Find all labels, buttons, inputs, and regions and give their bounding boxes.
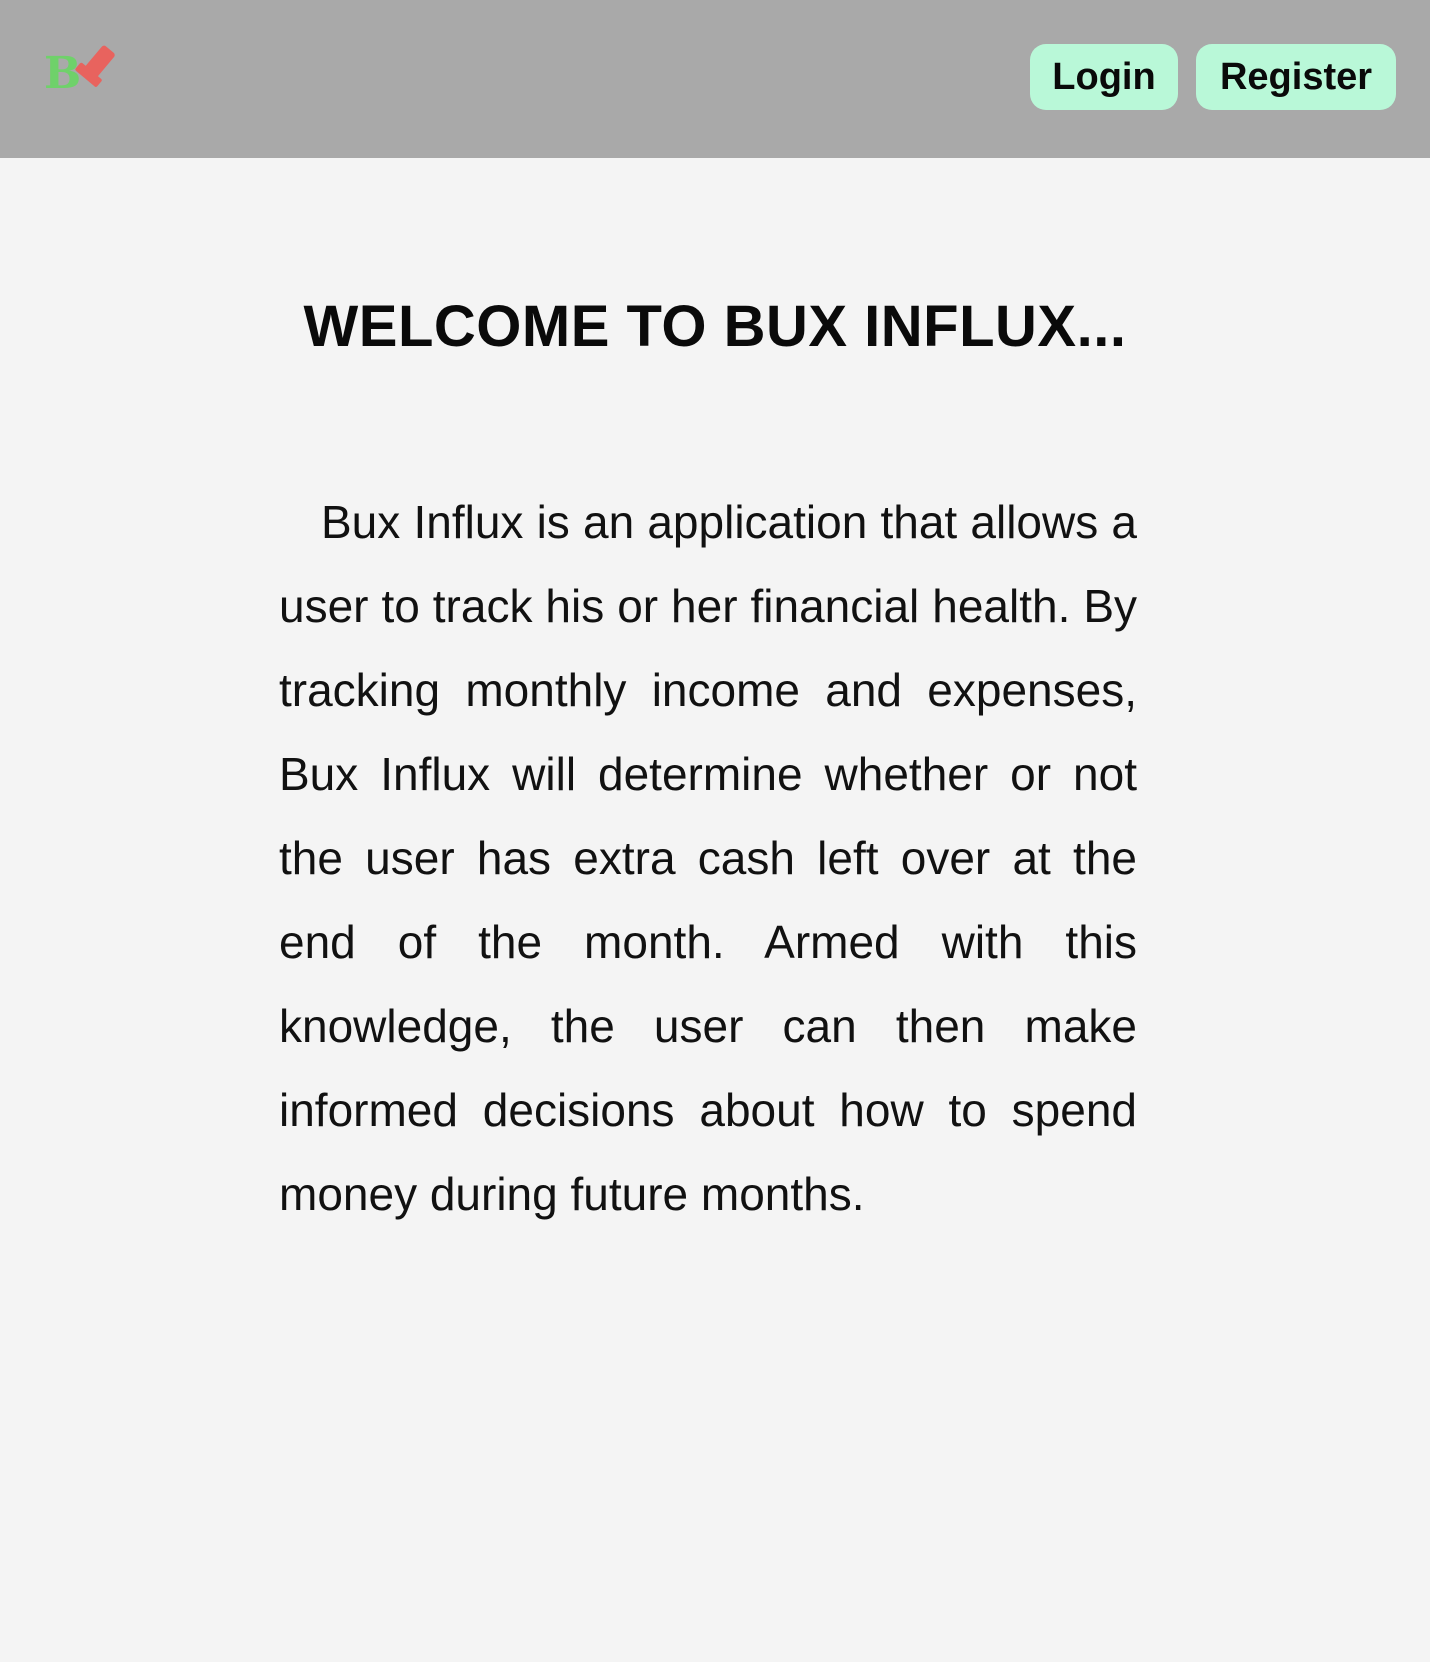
login-button[interactable]: Login	[1030, 44, 1178, 110]
top-navbar: B Login Register	[0, 0, 1430, 158]
logo-icon: B	[44, 45, 115, 96]
main-content: WELCOME TO BUX INFLUX... Bux Influx is a…	[0, 158, 1430, 1662]
app-description: Bux Influx is an application that allows…	[279, 496, 1137, 1220]
page-title: WELCOME TO BUX INFLUX...	[303, 294, 1127, 359]
register-button[interactable]: Register	[1196, 44, 1396, 110]
bux-influx-logo[interactable]: B	[44, 44, 120, 96]
svg-text:B: B	[44, 48, 81, 96]
